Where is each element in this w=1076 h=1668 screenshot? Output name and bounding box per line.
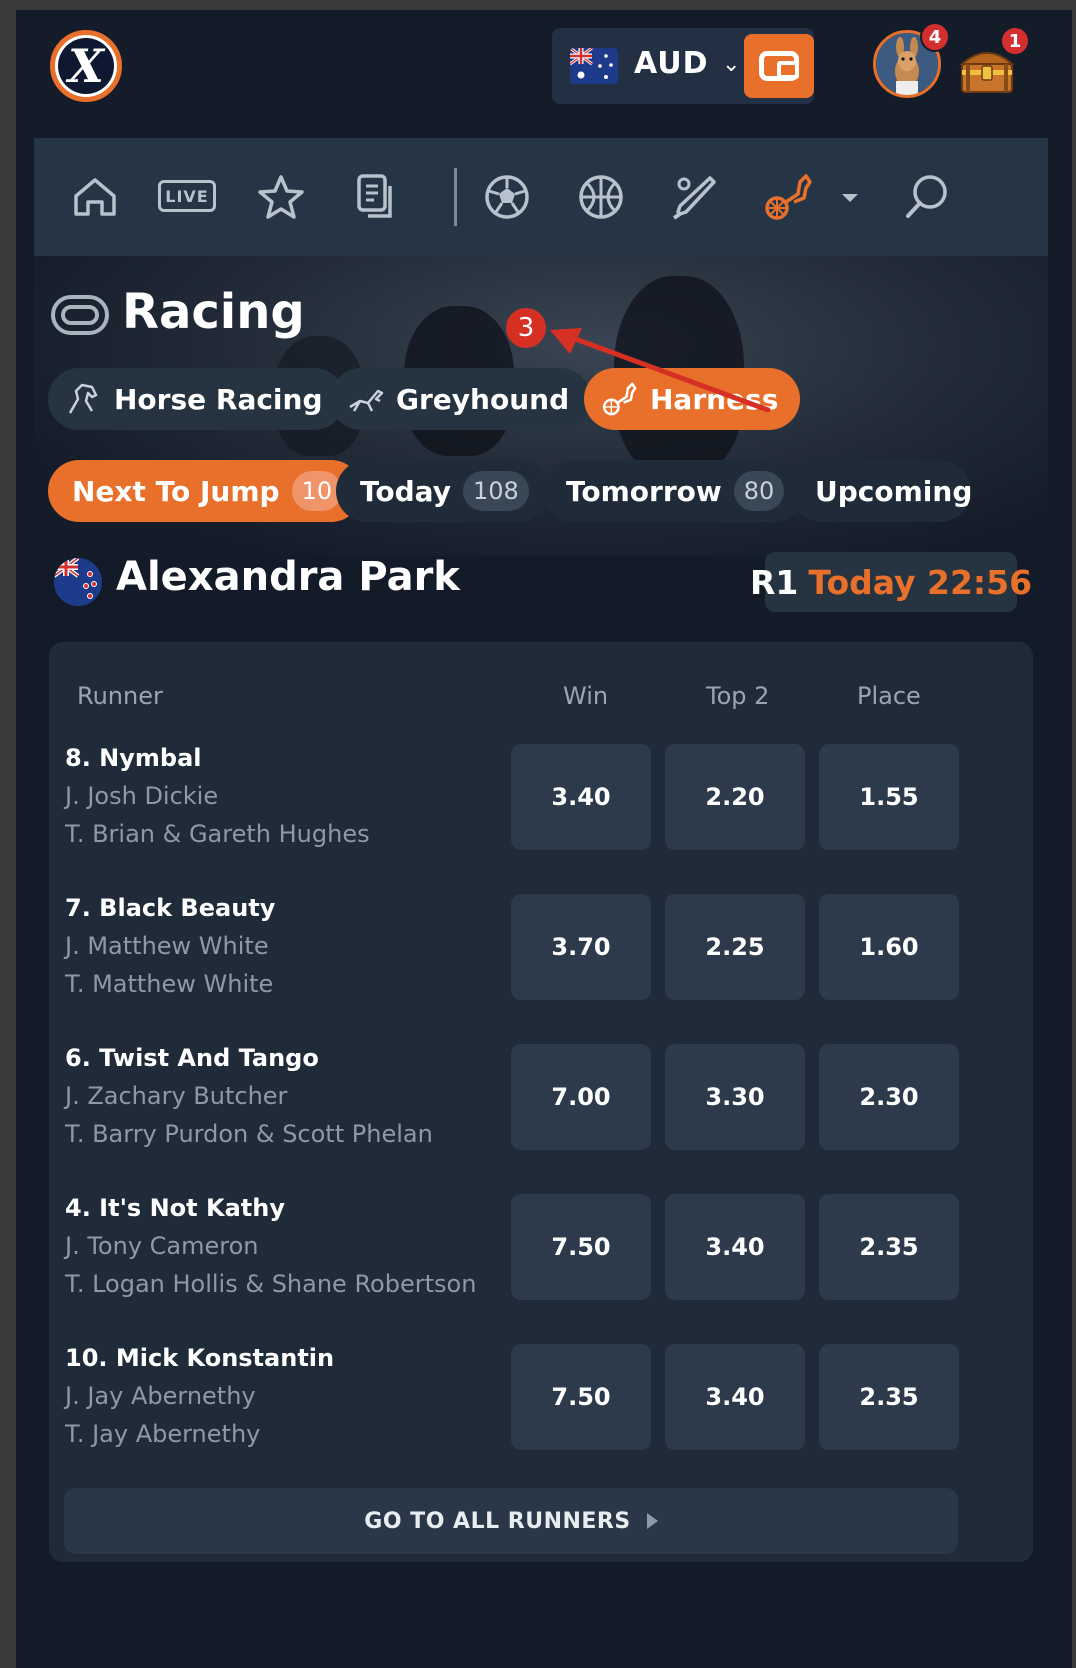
odds-top2-button[interactable]: 3.40 <box>665 1344 805 1450</box>
runner-name: 8. Nymbal <box>65 744 202 772</box>
runner-jockey: J. Jay Abernethy <box>65 1382 256 1410</box>
odds-place-button[interactable]: 2.35 <box>819 1194 959 1300</box>
tab-label: Next To Jump <box>72 474 280 508</box>
runner-jockey: J. Matthew White <box>65 932 269 960</box>
odds-top2-button[interactable]: 2.20 <box>665 744 805 850</box>
horse-icon <box>68 383 98 414</box>
race-number: R1 <box>749 562 799 602</box>
runner-jockey: J. Josh Dickie <box>65 782 219 810</box>
tab-today[interactable]: Today 108 <box>336 460 549 522</box>
runner-jockey: J. Zachary Butcher <box>65 1082 288 1110</box>
go-all-label: GO TO ALL RUNNERS <box>364 1508 631 1534</box>
runner-trainer: T. Logan Hollis & Shane Robertson <box>65 1270 477 1298</box>
runner-name: 4. It's Not Kathy <box>65 1194 285 1222</box>
runner-trainer: T. Jay Abernethy <box>65 1420 261 1448</box>
greyhound-icon <box>349 389 384 412</box>
chevron-down-icon[interactable] <box>838 172 862 222</box>
annotation-marker: 3 <box>506 308 546 348</box>
sports-nav-bar: LIVE <box>34 138 1048 256</box>
play-arrow-icon <box>646 1513 658 1529</box>
racetrack-icon <box>51 295 109 335</box>
table-row: 10. Mick Konstantin J. Jay Abernethy T. … <box>49 1334 1033 1484</box>
odds-top2-button[interactable]: 2.25 <box>665 894 805 1000</box>
table-row: 7. Black Beauty J. Matthew White T. Matt… <box>49 884 1033 1034</box>
odds-win-button[interactable]: 7.50 <box>511 1344 651 1450</box>
table-row: 6. Twist And Tango J. Zachary Butcher T.… <box>49 1034 1033 1184</box>
race-time: Today 22:56 <box>808 562 1033 602</box>
odds-place-button[interactable]: 2.35 <box>819 1344 959 1450</box>
header-top2: Top 2 <box>706 682 770 710</box>
nav-divider <box>454 168 457 226</box>
notification-badge: 4 <box>920 22 950 52</box>
go-to-all-runners-button[interactable]: GO TO ALL RUNNERS <box>64 1488 958 1554</box>
new-zealand-flag-icon <box>54 558 102 606</box>
soccer-icon[interactable] <box>482 172 532 222</box>
notification-badge: 1 <box>1000 26 1030 56</box>
tab-label: Tomorrow <box>566 474 722 508</box>
currency-selector[interactable]: AUD ⌄ <box>552 28 814 104</box>
tab-label: Today <box>360 474 451 508</box>
annotation-arrow <box>550 328 771 413</box>
table-row: 8. Nymbal J. Josh Dickie T. Brian & Gare… <box>49 734 1033 884</box>
cricket-icon[interactable] <box>670 172 720 222</box>
odds-win-button[interactable]: 7.50 <box>511 1194 651 1300</box>
harness-icon[interactable] <box>764 172 814 222</box>
chip-horse-racing[interactable]: Horse Racing <box>48 368 345 430</box>
currency-label: AUD <box>634 46 709 81</box>
tab-count: 10 <box>291 471 343 511</box>
chevron-down-icon: ⌄ <box>722 52 741 77</box>
live-label: LIVE <box>158 180 216 212</box>
odds-place-button[interactable]: 1.55 <box>819 744 959 850</box>
tab-next-to-jump[interactable]: Next To Jump 10 <box>48 460 363 522</box>
runner-trainer: T. Barry Purdon & Scott Phelan <box>65 1120 433 1148</box>
header-win: Win <box>563 682 609 710</box>
runner-trainer: T. Matthew White <box>65 970 274 998</box>
header-place: Place <box>857 682 921 710</box>
meeting-name[interactable]: Alexandra Park <box>116 554 460 600</box>
runner-jockey: J. Tony Cameron <box>65 1232 259 1260</box>
page-title: Racing <box>122 284 305 340</box>
odds-top2-button[interactable]: 3.30 <box>665 1044 805 1150</box>
table-row: 4. It's Not Kathy J. Tony Cameron T. Log… <box>49 1184 1033 1334</box>
odds-place-button[interactable]: 2.30 <box>819 1044 959 1150</box>
runner-name: 10. Mick Konstantin <box>65 1344 335 1372</box>
tab-upcoming[interactable]: Upcoming <box>791 460 971 522</box>
wallet-button[interactable] <box>744 34 814 98</box>
betslip-icon[interactable] <box>352 172 402 222</box>
star-icon[interactable] <box>256 172 306 222</box>
runner-name: 7. Black Beauty <box>65 894 276 922</box>
odds-win-button[interactable]: 3.70 <box>511 894 651 1000</box>
race-info-button[interactable]: R1 Today 22:56 <box>750 552 1032 612</box>
header-runner: Runner <box>77 682 163 710</box>
wallet-icon <box>759 51 799 81</box>
runners-table: Runner Win Top 2 Place 8. Nymbal J. Josh… <box>49 642 1033 1562</box>
search-icon[interactable] <box>902 172 952 222</box>
basketball-icon[interactable] <box>576 172 626 222</box>
chip-label: Horse Racing <box>114 382 323 416</box>
logo-x-icon: X <box>58 38 114 94</box>
home-icon[interactable] <box>70 172 120 222</box>
tab-count: 80 <box>733 471 785 511</box>
tab-tomorrow[interactable]: Tomorrow 80 <box>542 460 805 522</box>
brand-logo[interactable]: X <box>50 30 122 102</box>
top-header: X AUD ⌄ 4 1 <box>16 10 1072 118</box>
app-window: X AUD ⌄ 4 1 LIVE Racing Horse Racing Gre… <box>16 10 1072 1668</box>
runner-name: 6. Twist And Tango <box>65 1044 319 1072</box>
odds-place-button[interactable]: 1.60 <box>819 894 959 1000</box>
odds-win-button[interactable]: 3.40 <box>511 744 651 850</box>
live-icon[interactable]: LIVE <box>158 172 216 222</box>
runner-trainer: T. Brian & Gareth Hughes <box>65 820 370 848</box>
tab-count: 108 <box>462 471 529 511</box>
odds-win-button[interactable]: 7.00 <box>511 1044 651 1150</box>
odds-top2-button[interactable]: 3.40 <box>665 1194 805 1300</box>
australia-flag-icon <box>570 48 618 84</box>
tab-label: Upcoming <box>815 474 971 508</box>
